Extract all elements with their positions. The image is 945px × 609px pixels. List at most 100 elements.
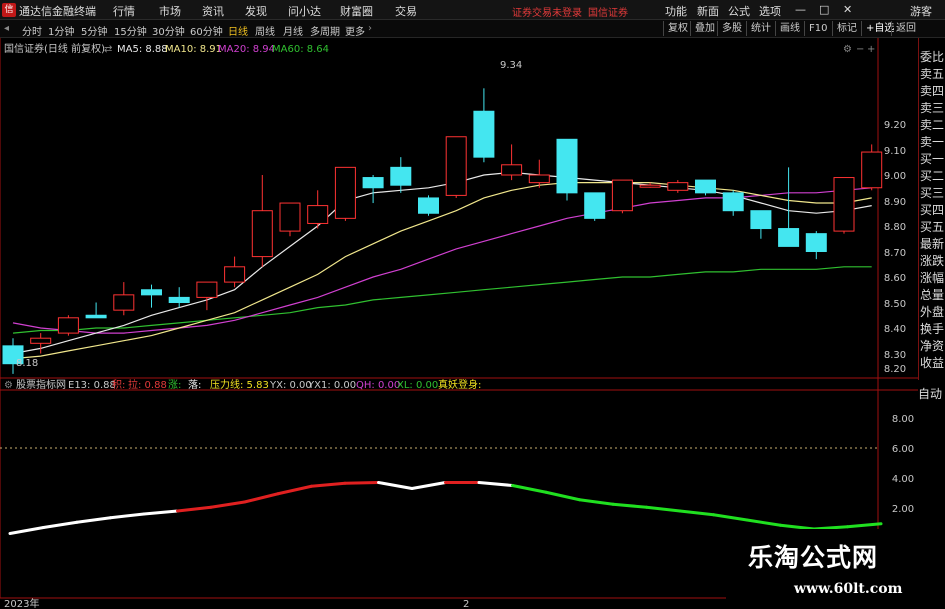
y-tick: 8.40 <box>884 324 906 335</box>
btn-biaoji[interactable]: 标记 <box>832 21 857 36</box>
yx1-value: YX1: 0.00 <box>307 380 356 391</box>
period-5min[interactable]: 5分钟 <box>81 23 107 38</box>
sidebar-item[interactable]: 买四 <box>920 201 944 218</box>
sidebar-item[interactable]: 卖四 <box>920 82 944 99</box>
sidebar-item[interactable]: 卖五 <box>920 65 944 82</box>
y-tick: 8.90 <box>884 197 906 208</box>
sidebar-item[interactable]: 卖一 <box>920 133 944 150</box>
period-month[interactable]: 月线 <box>283 23 303 38</box>
btn-duogu[interactable]: 多股 <box>717 21 742 36</box>
candle <box>778 167 800 247</box>
sidebar-item[interactable]: 买二 <box>920 167 944 184</box>
menu-wenxiaoda[interactable]: 问小达 <box>288 3 321 19</box>
y-tick: 8.20 <box>884 364 906 375</box>
btn-fuquan[interactable]: 复权 <box>663 21 688 36</box>
sidebar-item[interactable]: 委比 <box>920 48 944 65</box>
menu-faxian[interactable]: 发现 <box>245 3 267 19</box>
period-multi[interactable]: 多周期 <box>310 23 340 38</box>
menu-zixun[interactable]: 资讯 <box>202 3 224 19</box>
high-price-mark: 9.34 <box>500 60 522 71</box>
auto-button[interactable]: 自动 <box>918 385 942 402</box>
chart-controls: ⚙ − + <box>843 44 875 55</box>
candles <box>2 88 883 374</box>
sidebar-item[interactable]: 净资 <box>920 337 944 354</box>
candle <box>141 284 162 308</box>
btn-diejia[interactable]: 叠加 <box>690 21 715 36</box>
sub-y-tick: 4.00 <box>892 474 914 485</box>
btn-back[interactable]: 返回 <box>891 21 916 36</box>
ma20-legend: MA20: 8.94 <box>218 44 275 55</box>
menu-gongshi[interactable]: 公式 <box>728 3 750 19</box>
sidebar-item[interactable]: 卖二 <box>920 116 944 133</box>
period-30min[interactable]: 30分钟 <box>152 23 185 38</box>
period-60min[interactable]: 60分钟 <box>190 23 223 38</box>
indicator-segment <box>645 505 682 513</box>
btn-tongji[interactable]: 统计 <box>746 21 771 36</box>
candle <box>224 256 246 288</box>
menu-gongneng[interactable]: 功能 <box>665 3 687 19</box>
main-legend: 国信证券(日线 前复权) ⇄ MA5: 8.88 MA10: 8.91 MA20… <box>4 42 329 55</box>
minimize-icon[interactable]: — <box>795 3 806 16</box>
indicator-segment <box>611 502 648 509</box>
close-icon[interactable]: ✕ <box>843 3 852 16</box>
sidebar-item[interactable]: 买五 <box>920 218 944 235</box>
sidebar-item[interactable]: 涨幅 <box>920 269 944 286</box>
y-axis-main: 9.20 9.10 9.00 8.90 8.80 8.70 8.60 8.50 … <box>884 120 906 375</box>
plus-icon[interactable]: + <box>867 44 875 55</box>
indicator-name: 股票指标网 <box>16 378 66 391</box>
title-bar: 信 通达信金融终端 行情 市场 资讯 发现 问小达 财富圈 交易 证券交易未登录… <box>0 0 945 20</box>
sidebar-item[interactable]: 卖三 <box>920 99 944 116</box>
watermark-title: 乐淘公式网 <box>748 543 879 572</box>
gear-icon[interactable]: ⚙ <box>843 44 852 55</box>
menu-caifuquan[interactable]: 财富圈 <box>340 3 373 19</box>
period-fenshi[interactable]: 分时 <box>22 23 42 38</box>
candle <box>584 192 606 221</box>
kline-chart[interactable]: 国信证券(日线 前复权) ⇄ MA5: 8.88 MA10: 8.91 MA20… <box>0 38 918 609</box>
sidebar-item[interactable]: 换手 <box>920 320 944 337</box>
sidebar-item[interactable]: 最新 <box>920 235 944 252</box>
sidebar-item[interactable]: 买三 <box>920 184 944 201</box>
indicator-segment <box>75 516 112 524</box>
btn-huaxian[interactable]: 画线 <box>775 21 800 36</box>
menu-xuanxiang[interactable]: 选项 <box>759 3 781 19</box>
ma60-legend: MA60: 8.64 <box>272 44 329 55</box>
period-more[interactable]: 更多 <box>345 23 365 38</box>
period-week[interactable]: 周线 <box>255 23 275 38</box>
period-1min[interactable]: 1分钟 <box>48 23 74 38</box>
minus-icon[interactable]: − <box>856 44 864 55</box>
qi-label: 积: <box>112 379 125 391</box>
candle <box>750 210 772 239</box>
indicator-segment <box>846 522 883 529</box>
login-notice[interactable]: 证券交易未登录 <box>512 4 582 19</box>
indicator-segment <box>410 481 447 490</box>
btn-add-favorite[interactable]: +自选 <box>861 21 894 36</box>
toolbar-arrow-icon[interactable]: ◂ <box>4 23 9 34</box>
menu-shichang[interactable]: 市场 <box>159 3 181 19</box>
period-15min[interactable]: 15分钟 <box>114 23 147 38</box>
guest-label[interactable]: 游客 <box>910 3 932 19</box>
sidebar-item[interactable]: 外盘 <box>920 303 944 320</box>
ma5-legend: MA5: 8.88 <box>117 44 168 55</box>
sidebar-item[interactable]: 收益 <box>920 354 944 371</box>
candle <box>168 287 190 308</box>
indicator-segment <box>209 500 246 509</box>
watermark: 乐淘公式网 www.60lt.com <box>726 529 945 609</box>
indicator-segment <box>544 490 581 502</box>
indicator-gear-icon[interactable]: ⚙ <box>4 380 13 391</box>
candle <box>833 177 855 234</box>
maximize-icon[interactable]: □ <box>819 3 829 16</box>
y-tick: 8.50 <box>884 299 906 310</box>
btn-f10[interactable]: F10 <box>804 21 827 36</box>
indicator-segment <box>511 484 548 494</box>
indicator-legend: ⚙ 股票指标网 E13: 0.88 积: 拉: 0.88 涨: 落: 压力线: … <box>4 378 481 391</box>
menu-hangqing[interactable]: 行情 <box>113 3 135 19</box>
menu-jiaoyi[interactable]: 交易 <box>395 3 417 19</box>
sidebar-item[interactable]: 总量 <box>920 286 944 303</box>
sidebar-item[interactable]: 涨跌 <box>920 252 944 269</box>
period-day[interactable]: 日线 <box>228 23 248 38</box>
indicator-segment <box>109 512 146 520</box>
candle <box>445 136 467 198</box>
sidebar-item[interactable]: 买一 <box>920 150 944 167</box>
menu-xinmian[interactable]: 新面 <box>697 3 719 19</box>
more-chevron-icon[interactable]: › <box>368 23 372 34</box>
